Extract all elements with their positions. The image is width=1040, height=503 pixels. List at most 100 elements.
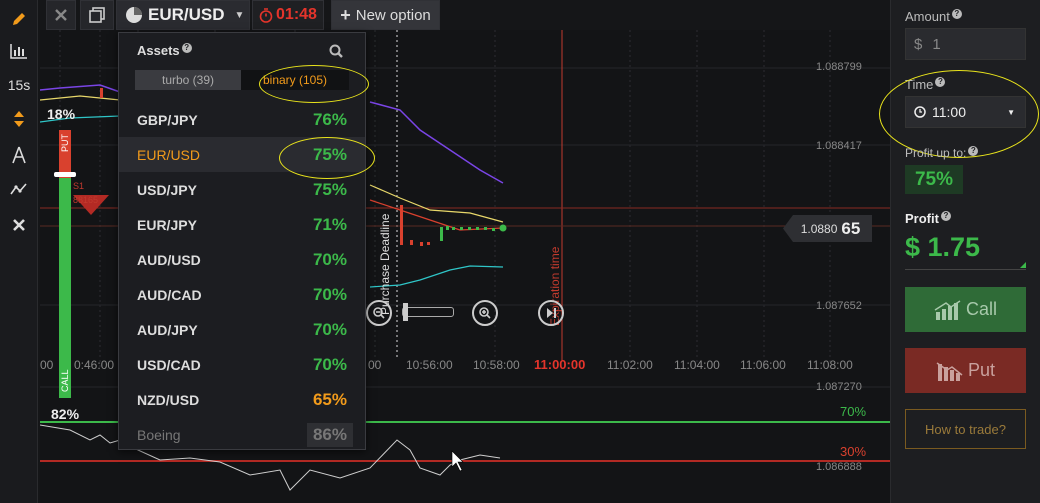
asset-row-name: EUR/JPY xyxy=(137,216,197,233)
help-icon[interactable]: ? xyxy=(951,9,962,19)
highlight-ellipse xyxy=(879,70,1039,158)
call-bar-label: CALL xyxy=(60,369,70,393)
asset-row-percent: 75% xyxy=(312,179,347,199)
price-label: 1.088799 xyxy=(816,61,862,73)
amount-value: 1 xyxy=(932,35,941,53)
trade-panel: Amount? $ 1 Time? 11:00 ▼ Profit up to:?… xyxy=(879,0,1040,503)
marker-text: S1 xyxy=(73,181,85,191)
asset-pie-icon xyxy=(126,7,142,23)
time-label: 11:04:00 xyxy=(674,358,720,372)
price-label: 1.087652 xyxy=(816,300,862,312)
windows-button[interactable] xyxy=(80,0,114,30)
asset-row[interactable]: USD/CAD 70% xyxy=(119,347,365,382)
help-icon[interactable]: ? xyxy=(940,211,951,221)
asset-row-name: AUD/CAD xyxy=(137,286,202,303)
asset-row[interactable]: EUR/JPY 71% xyxy=(119,207,365,242)
profit-up-to-text: Profit up to: xyxy=(905,146,967,160)
current-price-big: 65 xyxy=(841,218,861,238)
period-selector[interactable]: 15s xyxy=(0,68,38,102)
price-label: 1.086888 xyxy=(816,461,862,473)
pencil-tool-icon[interactable] xyxy=(0,2,38,36)
asset-row[interactable]: AUD/CAD 70% xyxy=(119,277,365,312)
put-percent: 18% xyxy=(47,106,76,122)
call-percent: 82% xyxy=(51,406,80,422)
new-option-label: New option xyxy=(355,6,431,24)
asset-row-percent: 71% xyxy=(312,214,347,234)
assets-header: Assets? xyxy=(137,43,192,58)
marker-text: 88165 xyxy=(73,195,99,205)
highlight-ellipse xyxy=(259,65,369,103)
asset-row[interactable]: AUD/JPY 70% xyxy=(119,312,365,347)
purchase-deadline-label: Purchase Deadline xyxy=(378,213,392,315)
plus-icon: + xyxy=(340,4,351,25)
call-label: Call xyxy=(965,299,997,319)
indicator-icon[interactable] xyxy=(0,172,38,206)
current-price: 1.0880 xyxy=(800,221,838,236)
asset-name: EUR/USD xyxy=(148,5,225,24)
oscillator-level-70: 70% xyxy=(840,404,867,419)
scroll-to-end-button[interactable] xyxy=(538,300,564,326)
close-tab-button[interactable] xyxy=(46,0,76,30)
amount-label-text: Amount xyxy=(905,9,950,24)
asset-row-name: USD/CAD xyxy=(137,356,201,373)
asset-row[interactable]: NZD/USD 65% xyxy=(119,382,365,417)
asset-row-percent: 70% xyxy=(312,249,347,269)
assets-title: Assets xyxy=(137,43,180,58)
time-label: 0:46:00 xyxy=(74,358,115,372)
asset-row-name: USD/JPY xyxy=(137,181,197,198)
asset-row-percent: 70% xyxy=(312,319,347,339)
chart-type-icon[interactable] xyxy=(0,34,38,68)
zoom-in-icon xyxy=(479,307,491,319)
zoom-out-button[interactable] xyxy=(366,300,392,326)
help-icon[interactable]: ? xyxy=(968,146,979,156)
profit-up-to-label: Profit up to:? xyxy=(905,146,979,160)
stopwatch-icon xyxy=(259,7,273,23)
put-bar-label: PUT xyxy=(60,134,70,152)
expiration-time-label: 11:00:00 xyxy=(534,357,586,372)
profit-label: Profit? xyxy=(905,211,951,226)
tab-turbo[interactable]: turbo (39) xyxy=(135,70,241,90)
asset-row[interactable]: AUD/USD 70% xyxy=(119,242,365,277)
put-button[interactable]: Put xyxy=(905,348,1026,393)
asset-row-percent: 86% xyxy=(306,422,353,447)
time-label: 11:02:00 xyxy=(607,358,653,372)
expiry-timer: 01:48 xyxy=(252,0,324,30)
amount-label: Amount? xyxy=(905,9,962,24)
close-icon[interactable] xyxy=(0,208,38,242)
asset-row-name: EUR/USD xyxy=(137,146,201,163)
asset-selector[interactable]: EUR/USD ▼ xyxy=(116,0,250,30)
asset-row-name: AUD/JPY xyxy=(137,321,198,338)
trading-app: 15s EUR/USD ▼ 01:48 + New option 1.08879… xyxy=(0,0,1040,503)
search-icon[interactable] xyxy=(329,44,343,63)
time-label: 00 xyxy=(368,358,382,372)
time-label: 11:06:00 xyxy=(740,358,786,372)
zoom-slider-handle[interactable] xyxy=(403,303,408,321)
left-toolbar: 15s xyxy=(0,0,38,503)
resize-corner-icon xyxy=(1020,262,1026,268)
up-down-arrows-icon[interactable] xyxy=(0,102,38,136)
time-label: 11:08:00 xyxy=(807,358,853,372)
put-label: Put xyxy=(967,360,996,380)
asset-row-percent: 65% xyxy=(312,389,347,409)
price-label: 1.088417 xyxy=(816,140,862,152)
new-option-button[interactable]: + New option xyxy=(331,0,440,30)
asset-row-name: Boeing xyxy=(137,426,181,443)
sentiment-divider xyxy=(54,172,76,177)
amount-currency: $ xyxy=(914,35,923,53)
zoom-in-button[interactable] xyxy=(472,300,498,326)
call-button[interactable]: Call xyxy=(905,287,1026,332)
compass-tool-icon[interactable] xyxy=(0,138,38,172)
profit-up-to-value: 75% xyxy=(905,165,963,194)
assets-dropdown: Assets? turbo (39) binary (105) GBP/JPY … xyxy=(118,32,375,452)
asset-row-disabled[interactable]: Boeing 86% xyxy=(119,417,365,452)
how-to-trade-button[interactable]: How to trade? xyxy=(905,409,1026,449)
profit-value: $ 1.75 xyxy=(905,232,1026,270)
amount-input[interactable]: $ 1 xyxy=(905,28,1026,60)
zoom-slider[interactable] xyxy=(402,303,454,321)
timer-value: 01:48 xyxy=(276,6,317,23)
windows-icon xyxy=(89,7,105,23)
time-label: 10:58:00 xyxy=(473,358,520,372)
asset-row-name: AUD/USD xyxy=(137,251,201,268)
asset-row[interactable]: GBP/JPY 76% xyxy=(119,102,365,137)
help-icon[interactable]: ? xyxy=(181,43,192,53)
